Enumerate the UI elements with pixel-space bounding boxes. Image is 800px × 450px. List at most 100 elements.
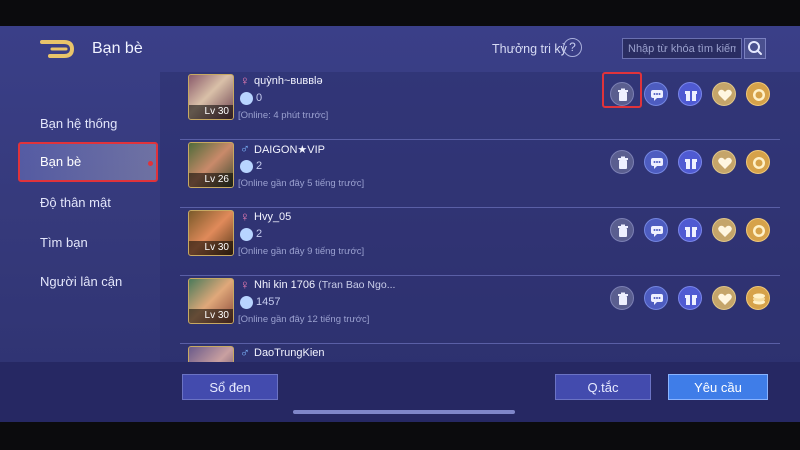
- chat-button[interactable]: [644, 286, 668, 310]
- avatar[interactable]: Lv 26: [188, 142, 234, 188]
- coin-button[interactable]: [746, 150, 770, 174]
- blacklist-button[interactable]: Sổ đen: [182, 374, 278, 400]
- gift-icon: [685, 159, 697, 169]
- coin-icon: [753, 89, 765, 101]
- online-status: [Online gần đây 12 tiếng trước]: [238, 314, 370, 325]
- chat-icon: [651, 226, 663, 237]
- send-heart-button[interactable]: [712, 82, 736, 106]
- chat-button[interactable]: [644, 150, 668, 174]
- delete-icon: [618, 156, 628, 169]
- friend-row[interactable]: Lv 30 ♀ Nhi kin 1706 (Tran Bao Ngo... 14…: [180, 276, 780, 344]
- chat-icon: [651, 90, 663, 101]
- heart-icon: [718, 225, 732, 237]
- chat-icon: [651, 158, 663, 169]
- send-heart-button[interactable]: [712, 218, 736, 242]
- male-icon: ♂: [240, 141, 250, 156]
- page-title: Bạn bè: [92, 40, 143, 57]
- back-arrow-icon[interactable]: [38, 38, 78, 60]
- gift-icon: [685, 227, 697, 237]
- heart-icon: [718, 157, 732, 169]
- level-badge: Lv 30: [189, 309, 233, 323]
- sidebar: Bạn hệ thống Bạn bè Độ thân mật Tìm bạn …: [0, 72, 160, 412]
- bottom-bar: Sổ đen Q.tắc Yêu cầu: [0, 362, 800, 422]
- online-status: [Online: 4 phút trước]: [238, 110, 329, 121]
- friend-list[interactable]: Lv 30 ♀ quỳnh~вuввlә 0 [Online: 4 phút t…: [160, 72, 800, 362]
- coin-icon: [753, 157, 765, 169]
- intimacy-value: 0: [256, 92, 263, 104]
- friend-row[interactable]: ♂ DaoTrungKien: [180, 344, 780, 362]
- coin-icon: [753, 225, 765, 237]
- sidebar-item-find-friends[interactable]: Tìm bạn: [18, 223, 158, 263]
- intimacy-value: 1457: [256, 296, 281, 308]
- send-heart-button[interactable]: [712, 150, 736, 174]
- gift-button[interactable]: [678, 150, 702, 174]
- intimacy-icon: [240, 296, 253, 309]
- delete-icon: [618, 224, 628, 237]
- coin-icon: [753, 293, 765, 305]
- level-badge: Lv 26: [189, 173, 233, 187]
- rewards-link[interactable]: Thưởng tri kỷ: [492, 42, 567, 56]
- search-button[interactable]: [744, 38, 766, 59]
- heart-icon: [718, 89, 732, 101]
- coin-button[interactable]: [746, 218, 770, 242]
- letterbox-bottom: [0, 422, 800, 450]
- delete-icon: [618, 292, 628, 305]
- female-icon: ♀: [240, 209, 250, 224]
- chat-button[interactable]: [644, 218, 668, 242]
- avatar[interactable]: Lv 30: [188, 278, 234, 324]
- search-input[interactable]: [622, 38, 742, 59]
- delete-icon: [618, 88, 628, 101]
- send-heart-button[interactable]: [712, 286, 736, 310]
- gift-button[interactable]: [678, 286, 702, 310]
- delete-button[interactable]: [610, 150, 634, 174]
- friend-alias: (Tran Bao Ngo...: [318, 279, 396, 291]
- gift-icon: [685, 91, 697, 101]
- sidebar-item-friends[interactable]: Bạn bè: [18, 142, 158, 182]
- intimacy-icon: [240, 92, 253, 105]
- game-screen: Bạn bè Thưởng tri kỷ ? Bạn hệ thống Bạn …: [0, 26, 800, 422]
- male-icon: ♂: [240, 345, 250, 360]
- level-badge: Lv 30: [189, 105, 233, 119]
- sidebar-item-system-friends[interactable]: Bạn hệ thống: [18, 104, 158, 144]
- level-badge: Lv 30: [189, 241, 233, 255]
- delete-button[interactable]: [610, 218, 634, 242]
- delete-button[interactable]: [610, 286, 634, 310]
- friend-name: Nhi kin 1706 (Tran Bao Ngo...: [254, 279, 396, 291]
- gift-button[interactable]: [678, 82, 702, 106]
- chat-icon: [651, 294, 663, 305]
- friend-row[interactable]: Lv 30 ♀ Hvy_05 2 [Online gần đây 9 tiếng…: [180, 208, 780, 276]
- header: Bạn bè Thưởng tri kỷ ?: [0, 26, 800, 72]
- friend-row[interactable]: Lv 30 ♀ quỳnh~вuввlә 0 [Online: 4 phút t…: [180, 72, 780, 140]
- letterbox-top: [0, 0, 800, 26]
- friend-row[interactable]: Lv 26 ♂ DAIGON★VIP 2 [Online gần đây 5 t…: [180, 140, 780, 208]
- avatar[interactable]: Lv 30: [188, 210, 234, 256]
- notification-dot: [148, 161, 153, 166]
- help-icon[interactable]: ?: [563, 38, 582, 57]
- intimacy-icon: [240, 228, 253, 241]
- delete-button[interactable]: [610, 82, 634, 106]
- online-status: [Online gần đây 9 tiếng trước]: [238, 246, 365, 257]
- coin-button[interactable]: [746, 286, 770, 310]
- gift-button[interactable]: [678, 218, 702, 242]
- search-icon: [748, 41, 762, 55]
- sidebar-item-nearby[interactable]: Người lân cận: [18, 262, 158, 302]
- coin-button[interactable]: [746, 82, 770, 106]
- avatar[interactable]: Lv 30: [188, 74, 234, 120]
- friend-name: quỳnh~вuввlә: [254, 75, 323, 87]
- friend-name: DAIGON★VIP: [254, 144, 325, 156]
- gift-icon: [685, 295, 697, 305]
- scroll-handle[interactable]: [293, 410, 515, 414]
- chat-button[interactable]: [644, 82, 668, 106]
- avatar[interactable]: [188, 346, 234, 362]
- friend-name: Hvy_05: [254, 211, 292, 223]
- sidebar-item-intimacy[interactable]: Độ thân mật: [18, 183, 158, 223]
- friend-request-button[interactable]: Yêu cầu: [668, 374, 768, 400]
- intimacy-value: 2: [256, 160, 263, 172]
- online-status: [Online gần đây 5 tiếng trước]: [238, 178, 365, 189]
- intimacy-value: 2: [256, 228, 263, 240]
- heart-icon: [718, 293, 732, 305]
- female-icon: ♀: [240, 73, 250, 88]
- rules-button[interactable]: Q.tắc: [555, 374, 651, 400]
- intimacy-icon: [240, 160, 253, 173]
- friend-name: DaoTrungKien: [254, 347, 325, 359]
